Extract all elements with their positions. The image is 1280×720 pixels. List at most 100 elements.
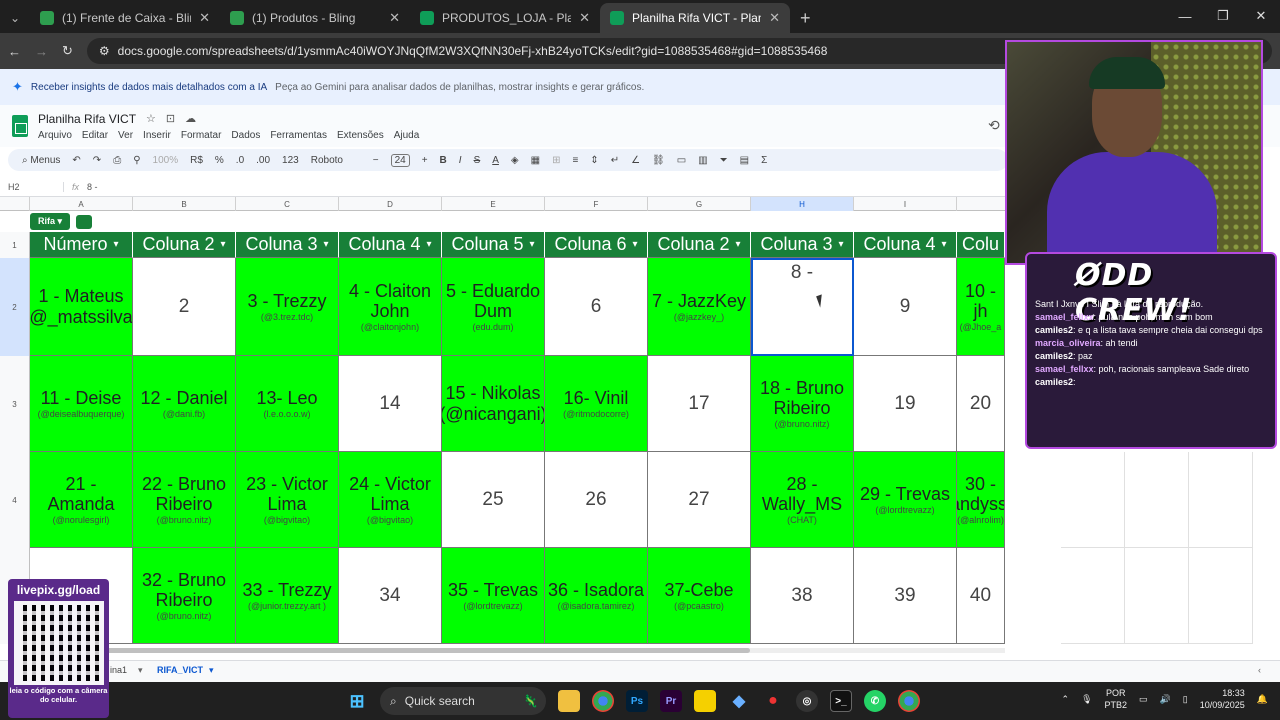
- align-horizontal-icon[interactable]: ≡: [572, 155, 578, 166]
- table-cell[interactable]: 38: [751, 548, 854, 644]
- table-cell[interactable]: 23 - Victor Lima (@bigvitao): [236, 452, 339, 548]
- table-cell[interactable]: 20: [957, 356, 1005, 452]
- formula-input[interactable]: 8 -: [87, 182, 98, 192]
- windows-start-icon[interactable]: ⊞: [346, 690, 368, 712]
- column-header-e[interactable]: E: [442, 197, 545, 211]
- table-cell[interactable]: 26: [545, 452, 648, 548]
- app-icon[interactable]: ◆: [728, 690, 750, 712]
- menu-ver[interactable]: Ver: [118, 130, 133, 141]
- table-column-header[interactable]: Coluna 4 ▾: [854, 232, 957, 258]
- table-column-header[interactable]: Número ▾: [30, 232, 133, 258]
- table-cell[interactable]: 14: [339, 356, 442, 452]
- empty-cell[interactable]: [1061, 452, 1125, 548]
- minimize-icon[interactable]: —: [1166, 0, 1204, 32]
- cloud-status-icon[interactable]: ☁: [185, 112, 196, 125]
- recorder-icon[interactable]: ●: [762, 690, 784, 712]
- table-cell[interactable]: 32 - Bruno Ribeiro (@bruno.nitz): [133, 548, 236, 644]
- number-format-button[interactable]: 123: [282, 155, 299, 166]
- table-cell[interactable]: 12 - Daniel (@dani.fb): [133, 356, 236, 452]
- table-cell[interactable]: 33 - Trezzy (@junior.trezzy.art ): [236, 548, 339, 644]
- table-column-header[interactable]: Coluna 5 ▾: [442, 232, 545, 258]
- table-column-header[interactable]: Coluna 2 ▾: [133, 232, 236, 258]
- font-select[interactable]: Roboto: [311, 155, 361, 166]
- strikethrough-icon[interactable]: S: [474, 155, 481, 166]
- bold-icon[interactable]: B: [440, 155, 447, 166]
- browser-tab-3[interactable]: PRODUTOS_LOJA - Planilhas Go ✕: [410, 3, 600, 33]
- table-cell[interactable]: 3 - Trezzy (@3.trez.tdc): [236, 258, 339, 356]
- decrease-decimal-button[interactable]: .0: [236, 155, 244, 166]
- table-cell[interactable]: 4 - Claiton John (@claitonjohn): [339, 258, 442, 356]
- increase-decimal-button[interactable]: .00: [256, 155, 270, 166]
- insert-link-icon[interactable]: ⛓: [652, 155, 665, 166]
- table-cell[interactable]: 7 - JazzKey (@jazzkey_): [648, 258, 751, 356]
- align-vertical-icon[interactable]: ⇕: [590, 155, 598, 166]
- currency-format-button[interactable]: R$: [190, 155, 203, 166]
- empty-cell[interactable]: [1189, 548, 1253, 644]
- table-name-chip[interactable]: Rifa ▾: [30, 213, 71, 230]
- table-column-header[interactable]: Coluna 2 ▾: [648, 232, 751, 258]
- table-cell[interactable]: 30 - Alandysson(@alnrolim): [957, 452, 1005, 548]
- filter-views-icon[interactable]: ▤: [740, 155, 749, 166]
- insert-chart-icon[interactable]: ▥: [698, 155, 707, 166]
- table-column-header[interactable]: Coluna 6 ▾: [545, 232, 648, 258]
- network-icon[interactable]: ▭: [1139, 694, 1148, 705]
- table-cell[interactable]: 18 - Bruno Ribeiro (@bruno.nitz): [751, 356, 854, 452]
- filter-icon[interactable]: ⏷: [720, 155, 728, 166]
- sheet-tab-rifa-vict[interactable]: RIFA_VICT: [157, 665, 203, 675]
- tab-search-icon[interactable]: ⌄: [0, 3, 30, 33]
- column-dropdown-icon[interactable]: ▾: [633, 239, 638, 250]
- table-options-icon[interactable]: [76, 214, 93, 229]
- table-cell[interactable]: 6: [545, 258, 648, 356]
- column-dropdown-icon[interactable]: ▾: [114, 239, 119, 250]
- column-dropdown-icon[interactable]: ▾: [427, 239, 432, 250]
- notes-icon[interactable]: [694, 690, 716, 712]
- file-explorer-icon[interactable]: [558, 690, 580, 712]
- document-title[interactable]: Planilha Rifa VICT: [38, 112, 136, 126]
- table-cell[interactable]: 16- Vinil (@ritmodocorre): [545, 356, 648, 452]
- close-icon[interactable]: ✕: [579, 10, 590, 26]
- text-rotation-icon[interactable]: ∠: [631, 155, 640, 166]
- site-info-icon[interactable]: ⚙: [99, 44, 110, 58]
- empty-cell[interactable]: [1189, 452, 1253, 548]
- column-dropdown-icon[interactable]: ▾: [530, 239, 535, 250]
- print-icon[interactable]: ⎙: [113, 155, 121, 166]
- row-number[interactable]: 4: [0, 452, 30, 548]
- taskbar-search[interactable]: ⌕ Quick search 🦎: [380, 687, 546, 715]
- clock[interactable]: 18:33 10/09/2025: [1200, 688, 1245, 711]
- close-icon[interactable]: ✕: [199, 10, 210, 26]
- close-window-icon[interactable]: ✕: [1242, 0, 1280, 32]
- table-cell[interactable]: 28 - Wally_MS (CHAT): [751, 452, 854, 548]
- table-column-header[interactable]: Coluna 3 ▾: [751, 232, 854, 258]
- table-cell[interactable]: 13- Leo (l.e.o.o.o.w): [236, 356, 339, 452]
- italic-icon[interactable]: I: [459, 155, 462, 166]
- table-cell[interactable]: 8 -: [751, 258, 854, 356]
- column-dropdown-icon[interactable]: ▾: [736, 239, 741, 250]
- select-all-corner[interactable]: [0, 197, 30, 211]
- table-cell[interactable]: 1 - Mateus (@_matssilva): [30, 258, 133, 356]
- chrome-profile-icon[interactable]: [898, 690, 920, 712]
- notifications-icon[interactable]: 🔔: [1257, 694, 1268, 705]
- menu-editar[interactable]: Editar: [82, 130, 108, 141]
- chevron-up-icon[interactable]: ⌃: [1062, 694, 1070, 705]
- table-cell[interactable]: 22 - Bruno Ribeiro (@bruno.nitz): [133, 452, 236, 548]
- close-icon[interactable]: ✕: [389, 10, 400, 26]
- functions-icon[interactable]: Σ: [761, 155, 767, 166]
- empty-cell[interactable]: [1125, 548, 1189, 644]
- version-history-icon[interactable]: ⟲: [988, 117, 1000, 134]
- forward-icon[interactable]: →: [35, 44, 48, 59]
- percent-format-button[interactable]: %: [215, 155, 224, 166]
- empty-cell[interactable]: [1061, 548, 1125, 644]
- table-cell[interactable]: 27: [648, 452, 751, 548]
- table-cell[interactable]: 36 - Isadora (@isadora.tamirez): [545, 548, 648, 644]
- obs-icon[interactable]: ◎: [796, 690, 818, 712]
- undo-icon[interactable]: ↶: [72, 155, 80, 166]
- table-cell[interactable]: 15 - Nikolas (@nicangani): [442, 356, 545, 452]
- column-header-d[interactable]: D: [339, 197, 442, 211]
- font-size-increase-icon[interactable]: +: [422, 155, 428, 166]
- font-size-input[interactable]: 24: [390, 153, 410, 167]
- table-cell[interactable]: 29 - Trevas (@lordtrevazz): [854, 452, 957, 548]
- volume-icon[interactable]: 🔊: [1160, 694, 1171, 705]
- table-cell[interactable]: 10 - jh (@Jhoe_a: [957, 258, 1005, 356]
- sheet-tab-menu-icon[interactable]: ▾: [209, 665, 214, 676]
- row-number[interactable]: 2: [0, 258, 30, 356]
